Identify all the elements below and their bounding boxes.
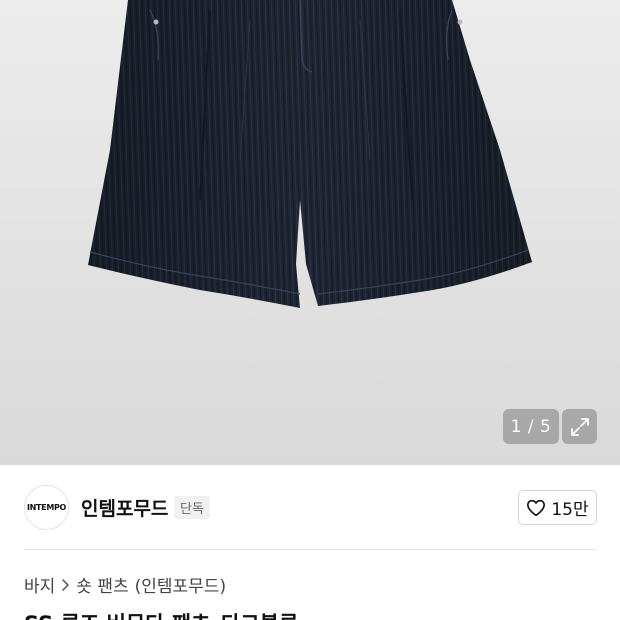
chevron-right-icon — [61, 578, 70, 592]
breadcrumb-category[interactable]: 바지 — [24, 572, 55, 597]
brand-logo-text: INTEMPO — [26, 503, 67, 512]
expand-image-button[interactable] — [562, 409, 597, 444]
heart-outline-icon — [527, 499, 546, 516]
exclusive-badge: 단독 — [174, 496, 210, 519]
product-image — [88, 0, 532, 308]
divider — [24, 549, 597, 550]
like-count: 15만 — [551, 500, 589, 520]
brand-logo[interactable]: INTEMPO — [24, 485, 69, 530]
breadcrumb-brand-suffix[interactable]: (인템포무드) — [135, 572, 226, 597]
expand-arrows-icon — [570, 417, 589, 436]
product-image-gallery[interactable]: 1 / 5 — [0, 0, 620, 465]
breadcrumb-subcategory[interactable]: 숏 팬츠 — [76, 572, 128, 597]
product-title: SS 루즈 버뮤다 팬츠_다크블루 — [24, 608, 298, 620]
brand-row: INTEMPO 인템포무드 단독 15만 — [0, 465, 620, 549]
breadcrumb: 바지 숏 팬츠 (인템포무드) — [24, 572, 226, 597]
image-counter: 1 / 5 — [503, 409, 559, 444]
brand-name-link[interactable]: 인템포무드 — [81, 494, 168, 521]
like-button[interactable]: 15만 — [518, 490, 597, 525]
